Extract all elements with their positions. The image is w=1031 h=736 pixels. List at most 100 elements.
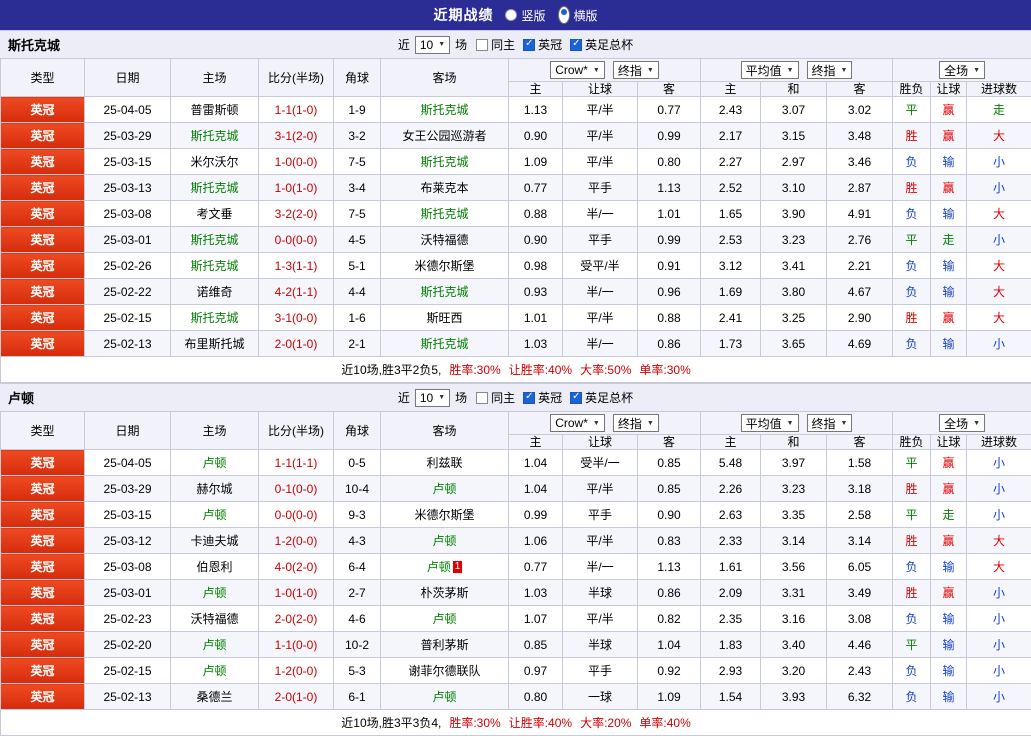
handicap-result-cell: 走 [931,502,967,528]
match-row: 英冠25-03-29斯托克城3-1(2-0)3-2女王公园巡游者0.90平/半0… [1,123,1031,149]
filter-checkbox[interactable]: 英足总杯 [570,36,633,53]
handicap-result-cell: 赢 [931,476,967,502]
subheader-asian-line: 让球 [563,435,638,450]
away-team-cell: 斯托克城 [381,279,509,305]
goals-result-cell: 小 [967,606,1031,632]
match-result-cell: 负 [893,684,931,710]
radio-icon[interactable] [558,6,570,24]
filter-controls: 近 10▼ 场 同主英冠英足总杯 [398,36,633,54]
asian-home-odds: 1.09 [509,149,563,175]
euro-away-odds: 2.43 [827,658,893,684]
home-team-cell: 桑德兰 [171,684,259,710]
filter-checkbox[interactable]: 同主 [476,389,515,406]
match-result-cell: 胜 [893,305,931,331]
fulltime-select[interactable]: 全场▼ [939,61,985,79]
fulltime-select[interactable]: 全场▼ [939,414,985,432]
score-cell: 1-1(1-0) [259,97,334,123]
goals-result-cell: 小 [967,175,1031,201]
asian-away-odds: 1.13 [638,554,701,580]
handicap-result-cell: 输 [931,253,967,279]
match-row: 英冠25-02-23沃特福德2-0(2-0)4-6卢顿1.07平/半0.822.… [1,606,1031,632]
asian-handicap: 平手 [563,227,638,253]
asian-away-odds: 0.80 [638,149,701,175]
summary-row: 近10场,胜3平3负4,胜率:30%让胜率:40%大率:20%单率:40% [1,710,1031,736]
layout-option-vertical[interactable]: 竖版 [505,7,545,24]
checkbox-icon[interactable] [570,39,582,51]
home-team-cell: 卢顿 [171,450,259,476]
league-badge: 英冠 [1,201,85,227]
filter-checkbox[interactable]: 英冠 [523,36,562,53]
corners-cell: 7-5 [334,149,381,175]
date-cell: 25-02-13 [85,684,171,710]
layout-option-horizontal[interactable]: 横版 [558,6,598,24]
away-team-cell: 女王公园巡游者 [381,123,509,149]
filter-checkbox[interactable]: 英冠 [523,389,562,406]
asian-source-select[interactable]: Crow*▼ [550,61,605,79]
score-cell: 1-2(0-0) [259,528,334,554]
goals-result-cell: 小 [967,658,1031,684]
match-row: 英冠25-04-05卢顿1-1(1-1)0-5利兹联1.04受半/一0.855.… [1,450,1031,476]
euro-away-odds: 3.49 [827,580,893,606]
match-count-select[interactable]: 10▼ [415,36,450,54]
euro-home-odds: 2.52 [701,175,761,201]
checkbox-icon[interactable] [476,39,488,51]
summary-stat: 胜率:30% [449,363,500,377]
match-result-cell: 负 [893,149,931,175]
score-cell: 1-3(1-1) [259,253,334,279]
asian-type-select[interactable]: 终指▼ [613,61,659,79]
asian-source-select[interactable]: Crow*▼ [550,414,605,432]
handicap-result-cell: 输 [931,554,967,580]
away-team-name: 米德尔斯堡 [414,259,474,273]
euro-type-select[interactable]: 终指▼ [807,414,853,432]
summary-lead: 近10场,胜3平2负5, [341,363,441,377]
checkbox-icon[interactable] [523,39,535,51]
radio-icon[interactable] [505,9,517,21]
checkbox-icon[interactable] [523,392,535,404]
filter-checkbox[interactable]: 同主 [476,36,515,53]
match-count-select[interactable]: 10▼ [415,389,450,407]
chevron-down-icon: ▼ [841,67,848,74]
corners-cell: 5-1 [334,253,381,279]
euro-home-odds: 1.54 [701,684,761,710]
euro-away-odds: 3.48 [827,123,893,149]
euro-odds-group-header: 平均值▼ 终指▼ [701,412,893,435]
euro-home-odds: 2.33 [701,528,761,554]
match-row: 英冠25-02-15斯托克城3-1(0-0)1-6斯旺西1.01平/半0.882… [1,305,1031,331]
subheader-euro-away: 客 [827,82,893,97]
match-result-cell: 负 [893,201,931,227]
asian-away-odds: 0.92 [638,658,701,684]
filter-checkbox[interactable]: 英足总杯 [570,389,633,406]
corners-cell: 2-7 [334,580,381,606]
handicap-result-cell: 输 [931,331,967,357]
asian-away-odds: 0.85 [638,450,701,476]
date-cell: 25-02-22 [85,279,171,305]
asian-away-odds: 1.09 [638,684,701,710]
score-cell: 4-0(2-0) [259,554,334,580]
chevron-down-icon: ▼ [647,67,654,74]
league-badge: 英冠 [1,632,85,658]
euro-source-select[interactable]: 平均值▼ [741,61,799,79]
goals-result-cell: 大 [967,279,1031,305]
euro-draw-odds: 3.41 [761,253,827,279]
goals-result-cell: 小 [967,149,1031,175]
league-badge: 英冠 [1,175,85,201]
checkbox-label: 同主 [491,36,515,53]
checkbox-icon[interactable] [476,392,488,404]
checkbox-icon[interactable] [570,392,582,404]
away-team-cell: 布莱克本 [381,175,509,201]
euro-type-select[interactable]: 终指▼ [807,61,853,79]
date-cell: 25-03-08 [85,201,171,227]
summary-row: 近10场,胜3平2负5,胜率:30%让胜率:40%大率:50%单率:30% [1,357,1031,383]
euro-source-select[interactable]: 平均值▼ [741,414,799,432]
asian-type-select[interactable]: 终指▼ [613,414,659,432]
col-header-away: 客场 [381,59,509,97]
euro-draw-odds: 3.14 [761,528,827,554]
chevron-down-icon: ▼ [973,420,980,427]
euro-draw-odds: 3.65 [761,331,827,357]
euro-draw-odds: 3.16 [761,606,827,632]
team-section: 卢顿 近 10▼ 场 同主英冠英足总杯 类型 日期 主场 比分(半场) [0,383,1031,736]
subheader-euro-draw: 和 [761,435,827,450]
asian-home-odds: 0.97 [509,658,563,684]
score-cell: 1-1(0-0) [259,632,334,658]
asian-home-odds: 1.07 [509,606,563,632]
